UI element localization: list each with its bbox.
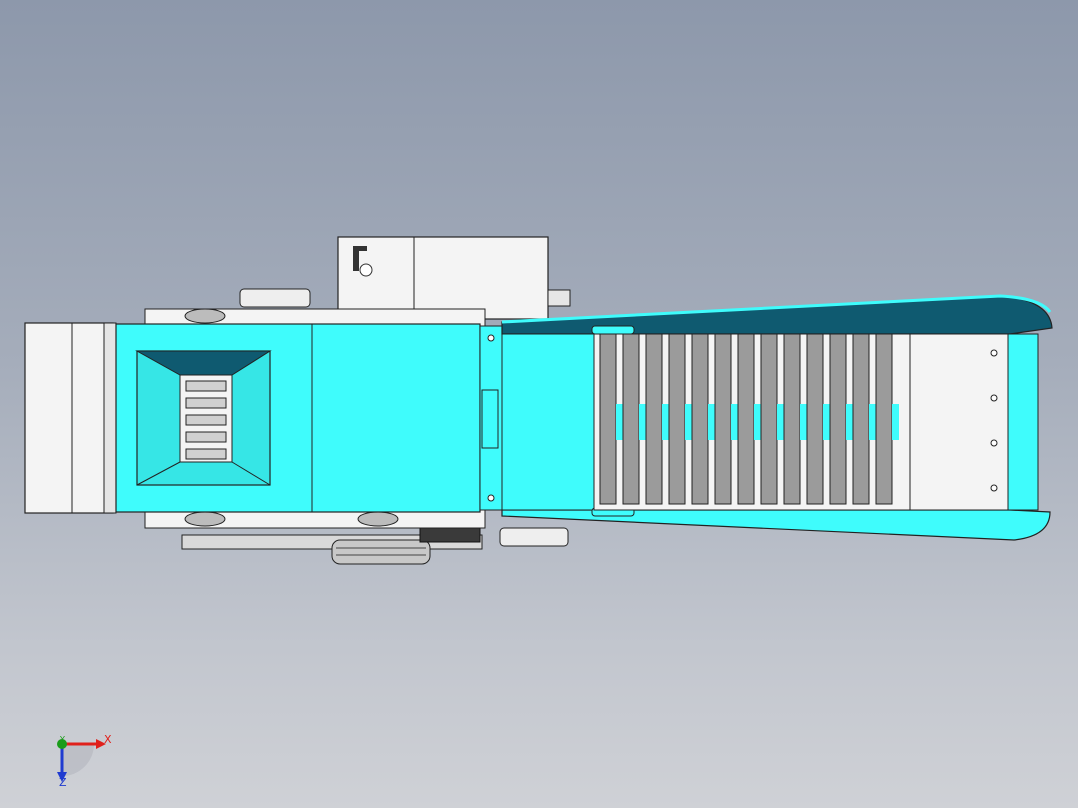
conveyor-slat	[599, 333, 617, 505]
axis-y-label: Y	[60, 735, 65, 744]
axis-x-label: X	[104, 733, 112, 746]
conveyor-gap	[685, 404, 692, 440]
conveyor-slat	[668, 333, 686, 505]
conveyor-gap	[800, 404, 807, 440]
conveyor-gap	[616, 404, 623, 440]
motor-housing[interactable]	[239, 236, 571, 320]
conveyor-gap	[846, 404, 853, 440]
conveyor-slat	[829, 333, 847, 505]
conveyor-gap	[754, 404, 761, 440]
conveyor-slat	[691, 333, 709, 505]
conveyor-gap	[662, 404, 669, 440]
conveyor-slat	[737, 333, 755, 505]
cad-graphics-viewport[interactable]: X Y Z	[0, 0, 1078, 808]
conveyor-slat	[783, 333, 801, 505]
conveyor-slat	[852, 333, 870, 505]
machine-top-view[interactable]	[0, 0, 1078, 808]
axis-z-label: Z	[59, 776, 67, 789]
conveyor-gap	[639, 404, 646, 440]
conveyor-slat	[714, 333, 732, 505]
conveyor-slat	[760, 333, 778, 505]
feed-hopper[interactable]	[135, 350, 272, 486]
left-end-cover[interactable]	[24, 322, 117, 514]
conveyor-gap	[892, 404, 899, 440]
conveyor-slat	[622, 333, 640, 505]
conveyor-slat	[806, 333, 824, 505]
conveyor-gap	[777, 404, 784, 440]
conveyor-gap	[708, 404, 715, 440]
coordinate-triad: X Y Z	[48, 730, 118, 790]
conveyor-gap	[731, 404, 738, 440]
conveyor-gap	[869, 404, 876, 440]
conveyor-slat	[645, 333, 663, 505]
conveyor-slat	[875, 333, 893, 505]
conveyor-gap	[823, 404, 830, 440]
